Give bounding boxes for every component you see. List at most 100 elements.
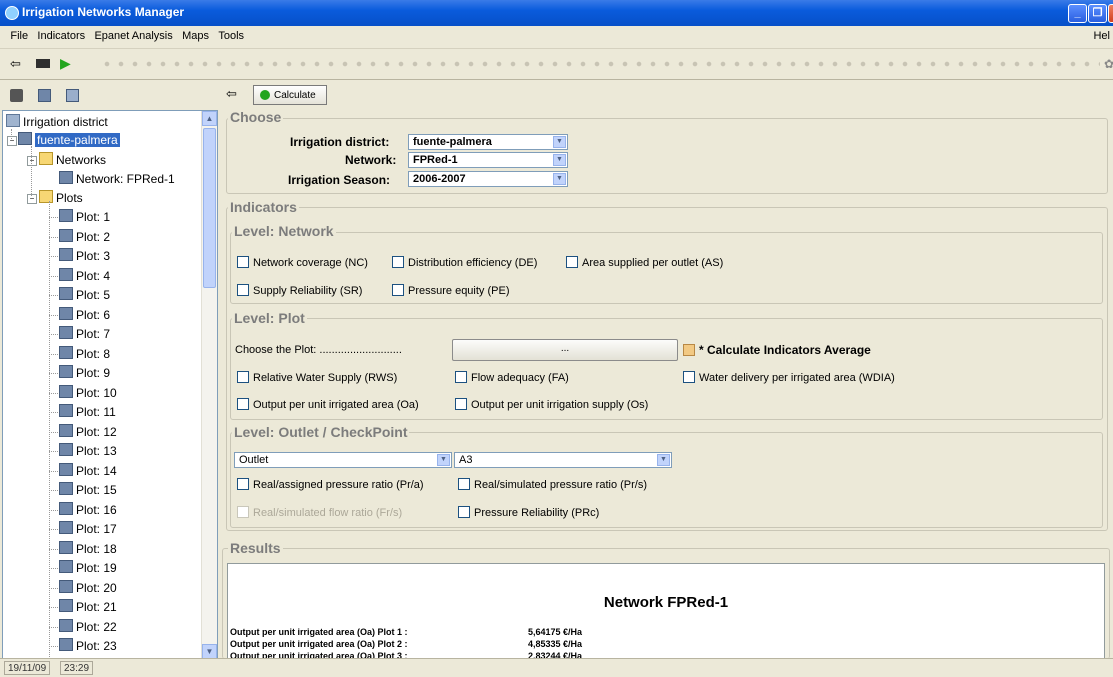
tree-item-plot[interactable]: Plot: 19 [59, 559, 117, 577]
add-network-icon[interactable] [66, 89, 79, 102]
tree-plot-label: Plot: 19 [76, 561, 117, 575]
choose-plot-button[interactable]: ... [452, 339, 678, 361]
tree-item-plot[interactable]: Plot: 9 [59, 364, 110, 382]
tree-item-plots[interactable]: Plots [39, 189, 83, 207]
tree-item-plot[interactable]: Plot: 2 [59, 228, 110, 246]
scroll-down-button[interactable]: ▼ [202, 644, 217, 659]
district-value: fuente-palmera [413, 136, 492, 148]
title-bar: Irrigation Networks Manager _ ❐ × [0, 0, 1113, 26]
tree-item-plot[interactable]: Plot: 8 [59, 345, 110, 363]
maximize-button[interactable]: ❐ [1088, 4, 1107, 23]
tree-networks-label: Networks [56, 153, 107, 167]
menu-indicators[interactable]: Indicators [34, 26, 88, 42]
tree-item-plot[interactable]: Plot: 18 [59, 540, 117, 558]
back-icon[interactable]: ⇦ [226, 86, 237, 102]
rws-checkbox[interactable]: Relative Water Supply (RWS) [237, 371, 397, 384]
tree-item-plot[interactable]: Plot: 14 [59, 462, 117, 480]
tree-scrollbar[interactable]: ▲ ▼ [201, 111, 217, 659]
area-supplied-checkbox[interactable]: Area supplied per outlet (AS) [566, 256, 723, 269]
tree-item-plot[interactable]: Plot: 10 [59, 384, 117, 402]
tree-item-plot[interactable]: Plot: 12 [59, 423, 117, 441]
gear-icon[interactable]: ✿ [1104, 57, 1113, 71]
plot-icon [59, 345, 73, 359]
pressure-equity-checkbox[interactable]: Pressure equity (PE) [392, 284, 509, 297]
flow-adequacy-checkbox[interactable]: Flow adequacy (FA) [455, 371, 569, 384]
save-icon[interactable] [10, 89, 23, 102]
choose-plot-label: Choose the Plot: .......................… [235, 344, 402, 356]
tree-plot-label: Plot: 7 [76, 327, 111, 341]
calculate-average-checkbox[interactable]: * Calculate Indicators Average [683, 343, 871, 357]
result-value: 5,64175 €/Ha [528, 627, 583, 637]
console-icon[interactable] [36, 59, 50, 68]
tree-root[interactable]: Irrigation district [6, 113, 108, 131]
tree-item-plot[interactable]: Plot: 20 [59, 579, 117, 597]
district-tree[interactable]: Irrigation district − fuente-palmera − N… [2, 110, 218, 660]
tree-item-networks[interactable]: Networks [39, 151, 106, 169]
results-panel[interactable]: Network FPRed-1 Output per unit irrigate… [227, 563, 1105, 660]
os-checkbox[interactable]: Output per unit irrigation supply (Os) [455, 398, 648, 411]
season-label: Irrigation Season: [288, 173, 391, 187]
scroll-up-button[interactable]: ▲ [202, 111, 217, 126]
tree-item-plot[interactable]: Plot: 1 [59, 208, 110, 226]
outlet-type-select[interactable]: Outlet ▼ [234, 452, 452, 468]
tree-plot-label: Plot: 9 [76, 366, 111, 380]
chevron-down-icon: ▼ [657, 454, 670, 466]
tree-item-district[interactable]: fuente-palmera [18, 131, 120, 149]
collapse-toggle[interactable]: − [27, 156, 37, 166]
oa-checkbox[interactable]: Output per unit irrigated area (Oa) [237, 398, 419, 411]
outlet-level-title: Level: Outlet / CheckPoint [232, 424, 410, 440]
exit-icon[interactable]: ⇦ [10, 56, 24, 71]
tree-item-plot[interactable]: Plot: 7 [59, 325, 110, 343]
tree-item-plot[interactable]: Plot: 3 [59, 247, 110, 265]
plot-icon [59, 618, 73, 632]
menu-tools[interactable]: Tools [215, 26, 247, 42]
folder-icon [39, 152, 53, 165]
tree-item-plot[interactable]: Plot: 22 [59, 618, 117, 636]
tree-item-network[interactable]: Network: FPRed-1 [59, 170, 175, 188]
network-value: FPRed-1 [413, 154, 458, 166]
distribution-efficiency-checkbox[interactable]: Distribution efficiency (DE) [392, 256, 537, 269]
play-icon[interactable]: ▶ [60, 55, 74, 71]
close-button[interactable]: × [1108, 4, 1113, 23]
tree-item-plot[interactable]: Plot: 5 [59, 286, 110, 304]
tree-item-plot[interactable]: Plot: 15 [59, 481, 117, 499]
calculate-button[interactable]: Calculate [253, 85, 327, 105]
wdia-checkbox[interactable]: Water delivery per irrigated area (WDIA) [683, 371, 895, 384]
plot-icon [59, 423, 73, 437]
supply-reliability-checkbox[interactable]: Supply Reliability (SR) [237, 284, 362, 297]
tree-plot-label: Plot: 2 [76, 229, 111, 244]
menu-help[interactable]: Hel [1090, 26, 1113, 42]
pra-checkbox[interactable]: Real/assigned pressure ratio (Pr/a) [237, 478, 424, 491]
prs-checkbox[interactable]: Real/simulated pressure ratio (Pr/s) [458, 478, 647, 491]
checkbox-label: Area supplied per outlet (AS) [582, 257, 724, 269]
network-coverage-checkbox[interactable]: Network coverage (NC) [237, 256, 368, 269]
status-time: 23:29 [60, 661, 94, 675]
tree-item-plot[interactable]: Plot: 23 [59, 637, 117, 655]
menu-maps[interactable]: Maps [179, 26, 212, 42]
tree-item-plot[interactable]: Plot: 11 [59, 403, 116, 421]
menu-epanet-analysis[interactable]: Epanet Analysis [91, 26, 175, 42]
tree-item-plot[interactable]: Plot: 13 [59, 442, 117, 460]
prc-checkbox[interactable]: Pressure Reliability (PRc) [458, 506, 599, 519]
tree-item-plot[interactable]: Plot: 17 [59, 520, 117, 538]
tree-item-plot[interactable]: Plot: 21 [59, 598, 117, 616]
district-label: Irrigation district: [290, 135, 390, 149]
tree-item-plot[interactable]: Plot: 16 [59, 501, 117, 519]
menu-file[interactable]: File [7, 26, 31, 42]
plot-icon [59, 248, 73, 261]
folder-icon [39, 190, 53, 203]
minimize-button[interactable]: _ [1068, 4, 1087, 23]
collapse-toggle[interactable]: − [27, 194, 37, 204]
tree-item-plot[interactable]: Plot: 6 [59, 306, 110, 324]
network-select[interactable]: FPRed-1 ▼ [408, 152, 568, 168]
chevron-down-icon: ▼ [553, 173, 566, 185]
collapse-toggle[interactable]: − [7, 136, 17, 146]
checkbox-label: Pressure Reliability (PRc) [474, 507, 600, 519]
add-district-icon[interactable] [38, 89, 51, 102]
district-select[interactable]: fuente-palmera ▼ [408, 134, 568, 150]
outlet-id-select[interactable]: A3 ▼ [454, 452, 672, 468]
scroll-thumb[interactable] [203, 128, 216, 288]
season-select[interactable]: 2006-2007 ▼ [408, 171, 568, 187]
tree-item-plot[interactable]: Plot: 4 [59, 267, 110, 285]
plot-icon [59, 209, 73, 222]
